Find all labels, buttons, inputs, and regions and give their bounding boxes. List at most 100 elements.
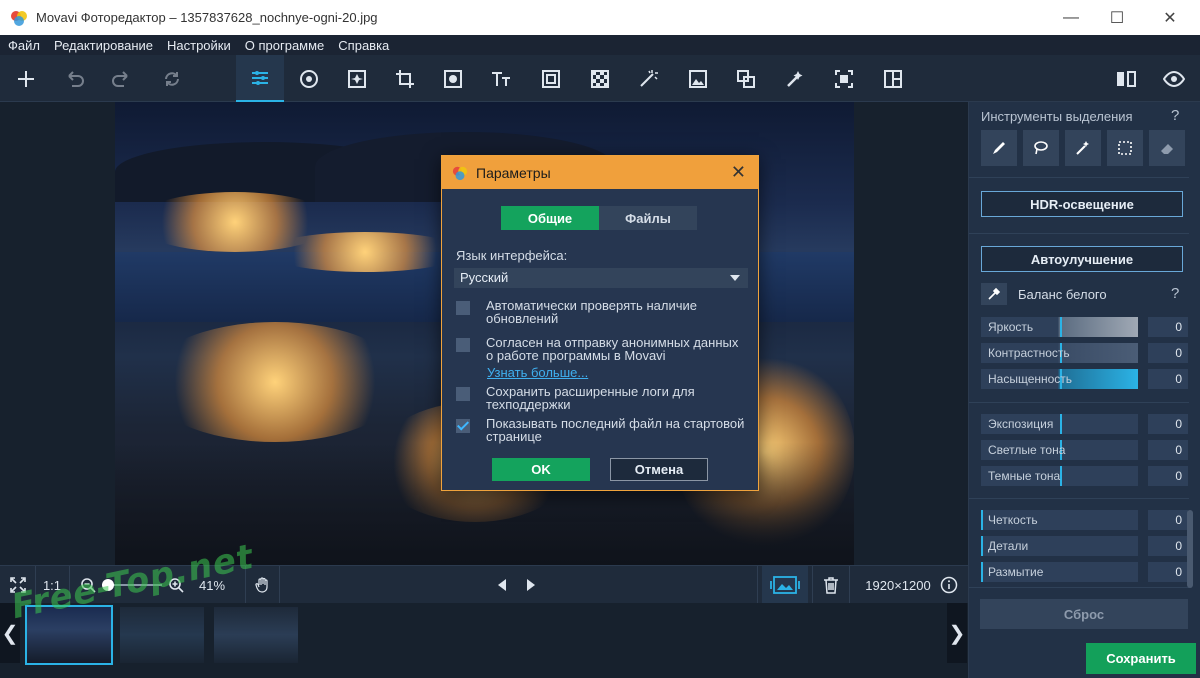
option-label: Сохранить расширенные логи для техподдер… [486,384,695,412]
maximize-button[interactable]: ☐ [1094,0,1140,35]
add-icon[interactable] [2,55,50,102]
background-icon[interactable] [576,55,624,102]
slider-handle[interactable] [1060,414,1062,434]
slider-value[interactable]: 0 [1148,369,1188,389]
slider[interactable]: Яркость [981,317,1138,337]
info-icon[interactable] [938,566,960,604]
reset-icon[interactable] [148,55,196,102]
wand-icon[interactable] [771,55,819,102]
panel-scrollbar[interactable] [1187,510,1193,588]
retouch-icon[interactable] [285,55,333,102]
crop-icon[interactable] [381,55,429,102]
slider[interactable]: Экспозиция [981,414,1138,434]
help-icon[interactable]: ? [1171,285,1179,302]
menu-about[interactable]: О программе [238,38,332,53]
next-image-icon[interactable] [521,566,541,604]
zoom-in-icon[interactable] [166,566,186,604]
filmstrip-toggle-icon[interactable] [762,566,808,604]
slider-handle[interactable] [981,510,983,530]
auto-enhance-button[interactable]: Автоулучшение [981,246,1183,272]
magic-icon[interactable] [624,55,672,102]
slider[interactable]: Темные тона [981,466,1138,486]
split-icon[interactable] [869,55,917,102]
compare-icon[interactable] [1102,55,1150,102]
language-select[interactable]: Русский [454,268,748,288]
filmstrip-prev-icon[interactable]: ❮ [0,603,20,663]
hdr-button[interactable]: HDR-освещение [981,191,1183,217]
slider-handle[interactable] [981,536,983,556]
lasso-select-icon[interactable] [1023,130,1059,166]
tab-general[interactable]: Общие [501,206,599,230]
learn-more-link[interactable]: Узнать больше... [487,365,588,380]
zoom-1to1-button[interactable]: 1:1 [38,566,66,604]
shapes-icon[interactable] [722,55,770,102]
slider[interactable]: Размытие [981,562,1138,582]
image-icon[interactable] [674,55,722,102]
slider[interactable]: Четкость [981,510,1138,530]
menu-help[interactable]: Справка [331,38,396,53]
slider-value[interactable]: 0 [1148,536,1188,556]
magic-wand-select-icon[interactable] [1065,130,1101,166]
slider[interactable]: Насыщенность [981,369,1138,389]
filmstrip-thumb[interactable] [214,607,298,663]
checkbox[interactable] [456,387,470,401]
zoom-out-icon[interactable] [78,566,98,604]
filmstrip-thumb[interactable] [120,607,204,663]
zoom-slider[interactable] [100,566,164,604]
ok-button[interactable]: OK [492,458,590,481]
undo-icon[interactable] [50,55,98,102]
option-label: Автоматически проверять наличие обновлен… [486,298,697,326]
slider-value[interactable]: 0 [1148,343,1188,363]
slider-handle[interactable] [1060,317,1062,337]
help-icon[interactable]: ? [1171,107,1179,124]
minimize-button[interactable]: — [1048,0,1094,35]
eraser-icon[interactable] [1149,130,1185,166]
slider-value[interactable]: 0 [1148,414,1188,434]
slider-value[interactable]: 0 [1148,562,1188,582]
slider-handle[interactable] [981,562,983,582]
slider-handle[interactable] [1060,466,1062,486]
checkbox[interactable] [456,338,470,352]
brush-select-icon[interactable] [981,130,1017,166]
checkbox-checked[interactable] [456,419,470,433]
preview-eye-icon[interactable] [1150,55,1198,102]
rect-select-icon[interactable] [1107,130,1143,166]
checkbox[interactable] [456,301,470,315]
close-button[interactable]: ✕ [1140,0,1200,35]
slider[interactable]: Светлые тона [981,440,1138,460]
selection-tools-title: Инструменты выделения [981,109,1133,124]
dialog-close-icon[interactable]: ✕ [731,162,746,183]
option-anonymous-data[interactable]: Согласен на отправку анонимных данных о … [456,336,748,362]
effects-icon[interactable] [333,55,381,102]
menu-file[interactable]: Файл [0,38,47,53]
delete-icon[interactable] [818,566,844,604]
reset-button[interactable]: Сброс [980,599,1188,629]
slider-value[interactable]: 0 [1148,510,1188,530]
slider-value[interactable]: 0 [1148,440,1188,460]
prev-image-icon[interactable] [492,566,512,604]
slider[interactable]: Детали [981,536,1138,556]
save-button[interactable]: Сохранить [1086,643,1196,674]
objects-icon[interactable] [429,55,477,102]
slider[interactable]: Контрастность [981,343,1138,363]
filmstrip-thumb[interactable] [25,605,113,665]
redo-icon[interactable] [98,55,146,102]
hand-icon[interactable] [250,566,276,604]
menu-edit[interactable]: Редактирование [47,38,160,53]
slider-row: Размытие 0 [981,562,1191,582]
option-auto-update[interactable]: Автоматически проверять наличие обновлен… [456,299,748,325]
option-extended-logs[interactable]: Сохранить расширенные логи для техподдер… [456,385,748,411]
menu-settings[interactable]: Настройки [160,38,238,53]
select-icon[interactable] [820,55,868,102]
tab-files[interactable]: Файлы [599,206,697,230]
slider-value[interactable]: 0 [1148,317,1188,337]
option-show-last-file[interactable]: Показывать последний файл на стартовой с… [456,417,748,443]
fit-screen-icon[interactable] [4,566,32,604]
eyedropper-icon[interactable] [981,283,1007,305]
text-icon[interactable] [477,55,525,102]
frame-icon[interactable] [527,55,575,102]
slider-value[interactable]: 0 [1148,466,1188,486]
cancel-button[interactable]: Отмена [610,458,708,481]
adjust-icon[interactable] [236,55,284,102]
filmstrip-next-icon[interactable]: ❯ [947,603,967,663]
